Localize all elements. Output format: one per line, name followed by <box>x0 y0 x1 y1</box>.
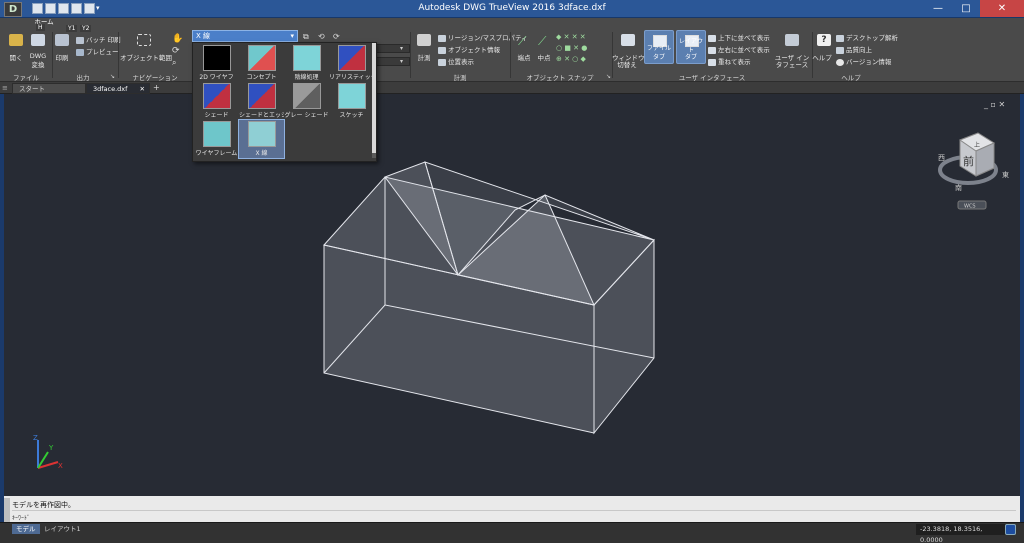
visual-style-shaded[interactable]: シェード <box>194 82 239 120</box>
command-line-grip[interactable] <box>4 498 10 522</box>
gray-shade-icon <box>292 83 321 109</box>
tab-model[interactable]: モデル <box>12 524 40 534</box>
visual-style-label: コンセプト <box>246 74 277 81</box>
2d-wireframe-icon <box>202 45 231 71</box>
realistic-icon <box>337 45 366 71</box>
shaded-edges-icon <box>247 83 276 109</box>
visual-style-label: グレー シェード <box>284 112 329 119</box>
viewcube-east-label[interactable]: 東 <box>1002 170 1009 179</box>
viewcube-south-label[interactable]: 南 <box>955 183 962 192</box>
ucs-icon: Z X Y <box>33 434 63 470</box>
visual-style-label: 陰線処理 <box>294 74 319 81</box>
sketch-icon <box>337 83 366 109</box>
chevron-down-icon: ▾ <box>290 32 294 40</box>
divider <box>12 510 1016 511</box>
wcs-menu[interactable]: WCS <box>964 204 976 210</box>
visual-style-selected: X 線 <box>196 32 211 40</box>
viewcube: 前 上 東 南 西 WCS <box>938 132 1009 210</box>
visual-style-label: リアリスティック <box>329 74 374 81</box>
3d-box-wireframe <box>323 161 655 435</box>
visual-style-gray-shade[interactable]: グレー シェード <box>284 82 329 120</box>
visual-style-2d-wireframe[interactable]: 2D ワイヤフ <box>194 44 239 82</box>
visual-style-shaded-edges[interactable]: シェードとエッジ <box>239 82 284 120</box>
command-history: モデルを再作図中。 <box>12 501 75 509</box>
visual-style-label: シェードとエッジ <box>239 112 284 119</box>
visual-style-label: スケッチ <box>339 112 364 119</box>
visual-style-wireframe[interactable]: ワイヤフレーム <box>194 120 239 158</box>
visual-style-conceptual[interactable]: コンセプト <box>239 44 284 82</box>
viewcube-west-label[interactable]: 西 <box>938 154 945 162</box>
coordinates-readout: -23.3818, 18.3516, 0.0000 <box>916 524 1006 543</box>
viewcube-face-label[interactable]: 前 <box>963 154 974 168</box>
status-bar <box>0 522 1024 543</box>
status-toggle-icon[interactable] <box>1005 524 1016 535</box>
command-input[interactable]: ｷｰﾜｰﾄﾞ <box>12 513 1012 522</box>
visual-style-label: X 線 <box>255 150 268 157</box>
visual-style-label: シェード <box>204 112 229 119</box>
visual-style-hidden[interactable]: 陰線処理 <box>284 44 329 82</box>
model-canvas: Z X Y 前 上 東 南 西 WCS <box>33 132 1009 470</box>
visual-style-label: 2D ワイヤフ <box>199 74 234 81</box>
ucs-x-label: X <box>58 462 63 470</box>
conceptual-icon <box>247 45 276 71</box>
visual-style-combo[interactable]: X 線 ▾ <box>192 30 298 42</box>
viewcube-top-label[interactable]: 上 <box>974 141 980 149</box>
shaded-icon <box>202 83 231 109</box>
visual-style-realistic[interactable]: リアリスティック <box>329 44 374 82</box>
visual-style-label: ワイヤフレーム <box>195 150 238 157</box>
visual-style-xray[interactable]: X 線 <box>238 119 285 159</box>
visual-style-sketch[interactable]: スケッチ <box>329 82 374 120</box>
ucs-z-label: Z <box>33 434 38 442</box>
wireframe-icon <box>202 121 231 147</box>
xray-icon <box>247 121 276 147</box>
ucs-y-label: Y <box>48 444 54 452</box>
tab-layout1[interactable]: レイアウト1 <box>40 524 85 534</box>
gallery-scrollbar-thumb[interactable] <box>372 43 376 153</box>
hidden-icon <box>292 45 321 71</box>
